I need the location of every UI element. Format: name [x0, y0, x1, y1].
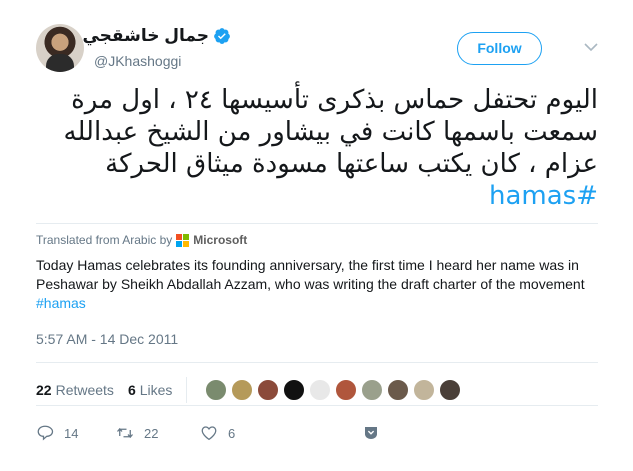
liker-avatar[interactable] [283, 379, 306, 401]
likes-stat[interactable]: 6 Likes [128, 382, 172, 398]
tweet-text-line: سمعت باسمها كانت في بيشاور من الشيخ عبدا… [63, 117, 599, 147]
liker-avatar[interactable] [257, 379, 280, 401]
reply-count: 14 [64, 425, 79, 441]
heart-icon [201, 426, 217, 441]
liker-avatar[interactable] [361, 379, 384, 401]
liker-avatar[interactable] [231, 379, 254, 401]
liker-avatar[interactable] [387, 379, 410, 401]
tweet-timestamp[interactable]: 5:57 AM - 14 Dec 2011 [36, 331, 178, 347]
liker-avatar[interactable] [413, 379, 436, 401]
likers-avatars [205, 379, 465, 401]
translation-attribution: Translated from Arabic by Microsoft [36, 233, 247, 247]
translated-text: Today Hamas celebrates its founding anni… [36, 256, 606, 313]
translated-text-body: Today Hamas celebrates its founding anni… [36, 257, 585, 292]
liker-avatar[interactable] [335, 379, 358, 401]
tweet-text-line: عزام ، كان يكتب ساعتها مسودة ميثاق الحرك… [105, 149, 598, 179]
retweet-icon [117, 427, 133, 439]
reply-button[interactable]: 14 [36, 424, 116, 442]
retweets-count: 22 [36, 382, 52, 398]
author-handle[interactable]: @JKhashoggi [94, 53, 181, 69]
tweet-text: اليوم تحتفل حماس بذكرى تأسيسها ٢٤ ، اول … [36, 84, 599, 212]
author-avatar[interactable] [36, 24, 84, 72]
tweet-actions: 14 22 6 [36, 424, 380, 442]
retweets-label: Retweets [55, 382, 114, 398]
like-count: 6 [228, 425, 236, 441]
follow-button[interactable]: Follow [457, 32, 542, 65]
verified-badge-icon [214, 28, 230, 44]
translated-hashtag-link[interactable]: #hamas [36, 295, 86, 311]
likes-count: 6 [127, 382, 136, 398]
tweet-card: جمال خاشقجي @JKhashoggi Follow اليوم تحت… [0, 0, 633, 471]
divider [36, 405, 598, 406]
divider [36, 362, 598, 363]
likes-label: Likes [139, 382, 173, 398]
tweet-text-line: اليوم تحتفل حماس بذكرى تأسيسها ٢٤ ، اول … [71, 85, 598, 115]
liker-avatar[interactable] [439, 379, 462, 401]
liker-avatar[interactable] [205, 379, 228, 401]
liker-avatar[interactable] [309, 379, 332, 401]
direct-message-button[interactable] [362, 424, 380, 442]
stats-separator [186, 377, 188, 403]
tweet-hashtag-link[interactable]: #hamas [36, 180, 598, 212]
like-button[interactable]: 6 [200, 424, 362, 442]
author-name-row[interactable]: جمال خاشقجي [82, 26, 231, 46]
retweet-count: 22 [144, 425, 159, 441]
translated-from-label: Translated from Arabic by [36, 233, 173, 247]
translation-provider: Microsoft [193, 233, 248, 247]
author-display-name[interactable]: جمال خاشقجي [82, 26, 209, 46]
chevron-down-icon[interactable] [583, 39, 599, 55]
microsoft-logo-icon [176, 233, 190, 247]
translation-section: Translated from Arabic by Microsoft Toda… [36, 223, 598, 311]
bookmark-icon [365, 427, 377, 439]
retweet-button[interactable]: 22 [116, 424, 200, 442]
tweet-stats: 22 Retweets 6 Likes [36, 377, 465, 403]
retweets-stat[interactable]: 22 Retweets [36, 382, 114, 398]
reply-icon [37, 425, 54, 441]
